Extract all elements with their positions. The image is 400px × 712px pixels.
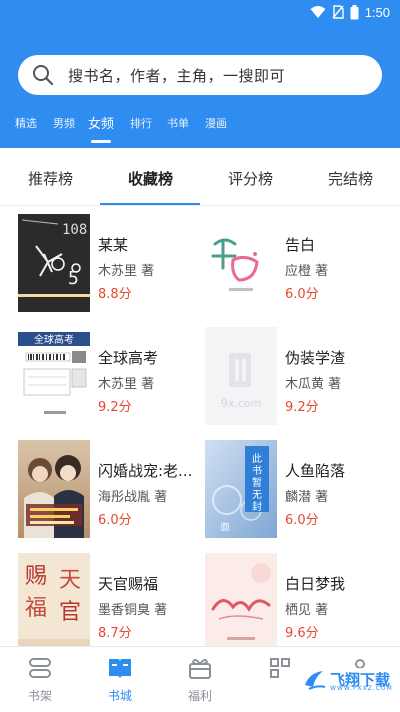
svg-text:面: 面 [220, 522, 229, 533]
book-grid: 108 5 某某 木苏里 著 8.8分 告白 应橙 著 6.0分 全球高考 全球… [0, 206, 400, 651]
channel-booklist[interactable]: 书单 [167, 115, 189, 131]
watermark-url: WWW.FXXZ.COM [330, 685, 393, 692]
channel-female[interactable]: 女频 [88, 113, 114, 132]
book-score: 6.0分 [285, 287, 319, 302]
channel-active-indicator [91, 140, 111, 143]
book-title: 伪装学渣 [285, 349, 346, 367]
tab-recommend[interactable]: 推荐榜 [28, 168, 73, 189]
wifi-icon [310, 6, 326, 18]
book-cover: 赐 天 福 官 [18, 553, 90, 651]
svg-text:天: 天 [59, 568, 81, 593]
book-author: 海彤战胤 著 [98, 490, 168, 505]
search-icon [33, 65, 54, 86]
svg-text:9x.com: 9x.com [221, 397, 262, 410]
book-score: 6.0分 [285, 513, 319, 528]
book-cover: 此 书 暂 无 封 面 [205, 440, 277, 538]
battery-icon [350, 4, 359, 19]
grid-icon [270, 658, 290, 678]
svg-text:此: 此 [252, 452, 262, 465]
svg-text:108: 108 [62, 222, 87, 238]
no-sim-icon [332, 5, 344, 19]
book-score: 9.2分 [98, 400, 132, 415]
svg-text:全球高考: 全球高考 [34, 333, 74, 346]
book-card[interactable]: 赐 天 福 官 天官赐福 墨香铜臭 著 8.7分 [18, 545, 208, 651]
book-card[interactable]: 告白 应橙 著 6.0分 [205, 206, 395, 312]
book-title: 告白 [285, 236, 316, 254]
book-title: 天官赐福 [98, 575, 159, 593]
book-card[interactable]: 9x.com 伪装学渣 木瓜黄 著 9.2分 [205, 319, 395, 425]
gift-icon [189, 659, 211, 679]
watermark: 飞翔下载 WWW.FXXZ.COM [300, 668, 396, 692]
book-author: 应橙 著 [285, 264, 329, 279]
watermark-logo-icon [305, 671, 326, 690]
channel-featured[interactable]: 精选 [15, 115, 37, 131]
rank-tab-active-indicator [100, 203, 200, 205]
channel-ranking[interactable]: 排行 [130, 115, 152, 131]
book-score: 9.6分 [285, 626, 319, 641]
bookshelf-icon [29, 658, 51, 678]
book-score: 9.2分 [285, 400, 319, 415]
tab-welfare[interactable]: 福利 [170, 655, 230, 704]
book-author: 木苏里 著 [98, 264, 155, 279]
bookstore-icon [109, 659, 131, 678]
tab-bookstore[interactable]: 书城 [90, 655, 150, 704]
tab-favorites[interactable]: 收藏榜 [128, 168, 173, 189]
channel-comics[interactable]: 漫画 [205, 115, 227, 131]
header: 1:50 搜书名，作者，主角，一搜即可 精选 男频 女频 排行 书单 漫画 [0, 0, 400, 148]
status-bar: 1:50 [310, 3, 390, 21]
book-cover [205, 214, 277, 312]
tab-welfare-label: 福利 [187, 689, 212, 703]
book-title: 某某 [98, 236, 129, 254]
book-card[interactable]: 闪婚战宠:老... 海彤战胤 著 6.0分 [18, 432, 208, 538]
rank-tabs: 推荐榜 收藏榜 评分榜 完结榜 [0, 148, 400, 206]
search-placeholder: 搜书名，作者，主角，一搜即可 [68, 66, 286, 85]
svg-text:福: 福 [25, 596, 47, 621]
channel-tabs: 精选 男频 女频 排行 书单 漫画 [0, 112, 400, 143]
tab-bookshelf-label: 书架 [27, 689, 52, 703]
book-author: 麟潜 著 [285, 490, 329, 505]
svg-text:书: 书 [252, 465, 262, 477]
book-cover [18, 440, 90, 538]
book-cover: 108 5 [18, 214, 90, 312]
svg-text:赐: 赐 [25, 564, 47, 589]
svg-text:无: 无 [252, 490, 262, 501]
svg-text:暂: 暂 [252, 477, 262, 489]
svg-text:官: 官 [59, 600, 81, 625]
channel-male[interactable]: 男频 [53, 115, 75, 131]
book-author: 墨香铜臭 著 [98, 603, 168, 618]
search-bar[interactable]: 搜书名，作者，主角，一搜即可 [18, 55, 382, 95]
book-title: 人鱼陷落 [285, 462, 346, 480]
book-cover-placeholder: 9x.com [205, 327, 277, 425]
book-card[interactable]: 白日梦我 栖见 著 9.6分 [205, 545, 395, 651]
book-author: 栖见 著 [285, 603, 329, 618]
book-cover: 全球高考 [18, 327, 90, 425]
book-card[interactable]: 全球高考 全球高考 木苏里 著 9.2分 [18, 319, 208, 425]
book-score: 8.8分 [98, 287, 132, 302]
tab-completed[interactable]: 完结榜 [328, 168, 373, 189]
book-title: 白日梦我 [285, 575, 346, 593]
book-cover [205, 553, 277, 651]
tab-rating[interactable]: 评分榜 [228, 168, 273, 189]
book-author: 木苏里 著 [98, 377, 155, 392]
tab-bookstore-label: 书城 [107, 689, 132, 703]
book-title: 全球高考 [98, 349, 159, 367]
svg-text:封: 封 [252, 500, 262, 513]
book-card[interactable]: 此 书 暂 无 封 面 人鱼陷落 麟潜 著 6.0分 [205, 432, 395, 538]
book-score: 8.7分 [98, 626, 132, 641]
book-card[interactable]: 108 5 某某 木苏里 著 8.8分 [18, 206, 208, 312]
book-author: 木瓜黄 著 [285, 377, 342, 392]
book-score: 6.0分 [98, 513, 132, 528]
tab-bookshelf[interactable]: 书架 [10, 655, 70, 704]
clock: 1:50 [364, 4, 390, 20]
book-title: 闪婚战宠:老... [98, 462, 193, 480]
